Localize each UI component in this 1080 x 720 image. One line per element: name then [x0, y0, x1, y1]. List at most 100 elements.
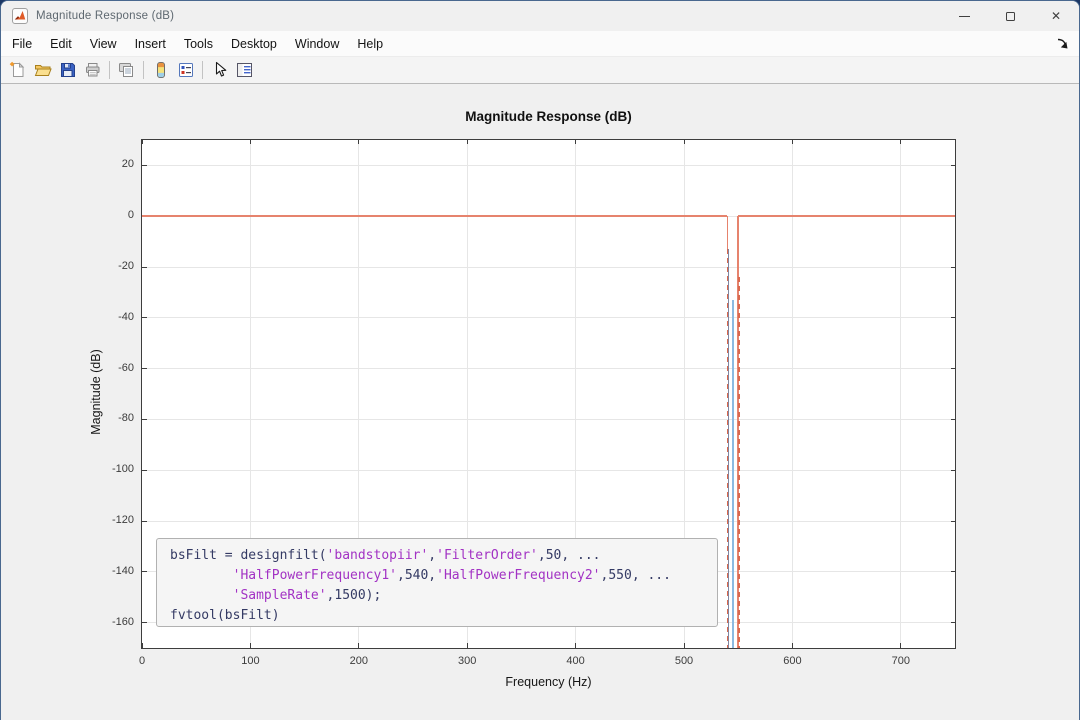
- menu-tools[interactable]: Tools: [175, 33, 222, 55]
- tick-mark: [358, 643, 359, 648]
- menu-insert[interactable]: Insert: [126, 33, 175, 55]
- tick-mark: [951, 622, 955, 623]
- tick-mark: [951, 368, 955, 369]
- gridline: [142, 470, 955, 471]
- tick-mark: [951, 419, 955, 420]
- gridline: [142, 317, 955, 318]
- y-tick-label: -40: [1, 311, 134, 323]
- minimize-button[interactable]: [941, 1, 987, 31]
- colormap-icon: [152, 61, 170, 79]
- maximize-button[interactable]: [987, 1, 1033, 31]
- tick-mark: [467, 140, 468, 144]
- tick-mark: [575, 140, 576, 144]
- tick-mark: [142, 165, 147, 166]
- fvtool-window: Magnitude Response (dB) ✕ FileEditViewIn…: [0, 0, 1080, 720]
- code-line: 'HalfPowerFrequency1',540,'HalfPowerFreq…: [170, 566, 717, 586]
- new-document-button[interactable]: [5, 58, 30, 82]
- tick-mark: [142, 643, 143, 648]
- gridline: [142, 165, 955, 166]
- tick-mark: [250, 643, 251, 648]
- title-bar: Magnitude Response (dB) ✕: [1, 1, 1079, 31]
- x-tick-label: 100: [241, 655, 259, 667]
- toolbar-separator: [143, 61, 144, 79]
- tick-mark: [142, 368, 147, 369]
- code-line: 'SampleRate',1500);: [170, 586, 717, 606]
- menu-edit[interactable]: Edit: [41, 33, 81, 55]
- menu-file[interactable]: File: [3, 33, 41, 55]
- tick-mark: [792, 643, 793, 648]
- x-tick-label: 200: [350, 655, 368, 667]
- tick-mark: [250, 140, 251, 144]
- code-annotation: bsFilt = designfilt('bandstopiir','Filte…: [156, 538, 718, 627]
- tick-mark: [951, 317, 955, 318]
- new-document-icon: [9, 61, 27, 79]
- print-button[interactable]: [80, 58, 105, 82]
- save-button[interactable]: [55, 58, 80, 82]
- x-tick-label: 400: [566, 655, 584, 667]
- response-line: [738, 277, 740, 648]
- pointer-tool-button[interactable]: [207, 58, 232, 82]
- gridline: [142, 267, 955, 268]
- pointer-cursor-icon: [211, 61, 229, 79]
- close-button[interactable]: ✕: [1033, 1, 1079, 31]
- insert-legend-button[interactable]: [173, 58, 198, 82]
- window-controls: ✕: [941, 1, 1079, 31]
- tick-mark: [951, 521, 955, 522]
- menu-help[interactable]: Help: [348, 33, 392, 55]
- x-tick-label: 500: [675, 655, 693, 667]
- menu-desktop[interactable]: Desktop: [222, 33, 286, 55]
- filter-info-panel-button[interactable]: [232, 58, 257, 82]
- print-icon: [84, 61, 102, 79]
- close-icon: ✕: [1051, 9, 1061, 23]
- tick-mark: [900, 643, 901, 648]
- response-line: [738, 215, 955, 217]
- y-tick-label: -60: [1, 362, 134, 374]
- dock-figure-arrow-icon[interactable]: [1056, 37, 1069, 50]
- y-tick-label: 0: [1, 209, 134, 221]
- y-axis-label: Magnitude (dB): [89, 327, 107, 457]
- panel-icon: [235, 61, 254, 79]
- response-line: [732, 300, 734, 648]
- code-line: bsFilt = designfilt('bandstopiir','Filte…: [170, 546, 717, 566]
- tick-mark: [792, 140, 793, 144]
- response-line: [728, 249, 729, 648]
- tick-mark: [951, 267, 955, 268]
- legend-icon: [177, 61, 195, 79]
- print-preview-button[interactable]: [114, 58, 139, 82]
- tick-mark: [142, 470, 147, 471]
- response-line: [142, 215, 727, 217]
- minimize-icon: [959, 16, 970, 17]
- x-axis-label: Frequency (Hz): [141, 675, 956, 689]
- y-tick-label: -20: [1, 260, 134, 272]
- toolbar-separator: [202, 61, 203, 79]
- tick-mark: [684, 140, 685, 144]
- matlab-icon: [12, 8, 28, 24]
- tick-mark: [142, 521, 147, 522]
- x-tick-label: 0: [139, 655, 145, 667]
- y-tick-label: 20: [1, 158, 134, 170]
- tick-mark: [358, 140, 359, 144]
- gridline: [142, 368, 955, 369]
- code-line: fvtool(bsFilt): [170, 606, 717, 626]
- tick-mark: [575, 643, 576, 648]
- open-folder-icon: [34, 61, 52, 79]
- gridline: [142, 521, 955, 522]
- menu-window[interactable]: Window: [286, 33, 348, 55]
- tick-mark: [142, 140, 143, 144]
- tick-mark: [142, 622, 147, 623]
- menu-view[interactable]: View: [81, 33, 126, 55]
- plot-title: Magnitude Response (dB): [141, 109, 956, 124]
- save-floppy-icon: [59, 61, 77, 79]
- y-tick-label: -80: [1, 412, 134, 424]
- open-file-button[interactable]: [30, 58, 55, 82]
- y-tick-label: -160: [1, 616, 134, 628]
- menu-bar: FileEditViewInsertToolsDesktopWindowHelp: [1, 31, 1079, 57]
- colormap-button[interactable]: [148, 58, 173, 82]
- print-preview-icon: [117, 61, 137, 79]
- tick-mark: [142, 267, 147, 268]
- menu-bar-items: FileEditViewInsertToolsDesktopWindowHelp: [3, 33, 392, 55]
- tick-mark: [951, 571, 955, 572]
- x-tick-label: 600: [783, 655, 801, 667]
- tick-mark: [142, 571, 147, 572]
- tick-mark: [142, 317, 147, 318]
